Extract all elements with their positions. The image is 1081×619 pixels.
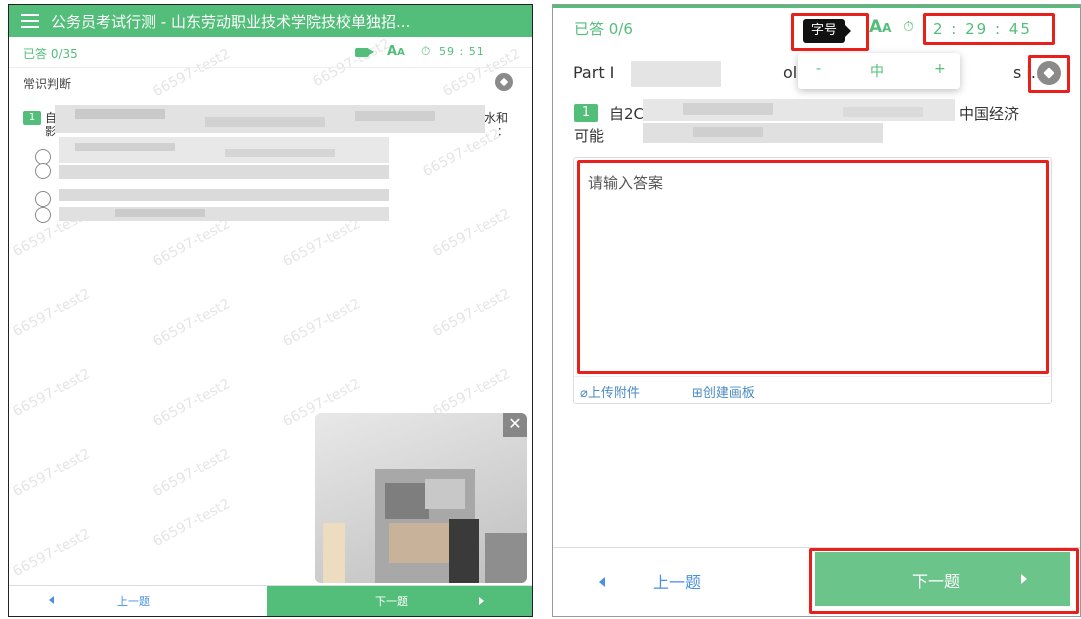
answered-count: 已答 0/6 <box>574 20 633 38</box>
question-number: 1 <box>23 111 41 125</box>
left-exam-screen: 66597-test2 66597-test2 66597-test2 6659… <box>8 4 533 617</box>
highlight-box-answer <box>577 160 1049 374</box>
accent-bar <box>553 5 1080 8</box>
previous-question-button[interactable]: 上一题 <box>9 586 267 616</box>
blurred-part-title <box>631 61 721 87</box>
chevron-left-icon <box>599 577 605 587</box>
font-increase-button[interactable]: + <box>934 61 946 77</box>
question-text-line2: 可能 <box>574 127 605 145</box>
upload-label: 上传附件 <box>587 386 640 401</box>
chevron-left-icon <box>49 596 54 604</box>
watermark: 66597-test2 <box>10 445 94 501</box>
highlight-box-timer <box>923 13 1055 45</box>
next-label: 下一题 <box>375 595 408 608</box>
drawing-board-icon: ⊞ <box>692 386 703 401</box>
watermark: 66597-test2 <box>280 295 364 351</box>
camera-preview[interactable]: ✕ <box>315 413 527 583</box>
watermark: 66597-test2 <box>150 445 234 501</box>
answered-count: 已答 0/35 <box>23 47 78 61</box>
watermark: 66597-test2 <box>150 295 234 351</box>
previous-label: 上一题 <box>117 595 150 608</box>
watermark: 66597-test2 <box>430 365 514 421</box>
menu-icon[interactable] <box>21 14 39 28</box>
question-number: 1 <box>574 104 598 122</box>
app-header: 公务员考试行测 - 山东劳动职业技术学院技校单独招... <box>9 5 532 37</box>
option-radio-c[interactable] <box>35 191 51 207</box>
close-icon[interactable]: ✕ <box>503 413 527 437</box>
countdown-timer: 59 : 51 <box>439 45 485 58</box>
option-radio-d[interactable] <box>35 207 51 223</box>
previous-question-button[interactable]: 上一题 <box>553 548 813 616</box>
font-size-icon[interactable]: AA <box>387 44 405 59</box>
watermark: 66597-test2 <box>150 215 234 271</box>
font-decrease-button[interactable]: - <box>816 61 821 77</box>
watermark: 66597-test2 <box>10 525 94 581</box>
font-size-popup: - 中 + <box>798 53 960 89</box>
highlight-box-next <box>809 548 1079 614</box>
part-title: Part I <box>573 63 615 82</box>
exam-title: 公务员考试行测 - 山东劳动职业技术学院技校单独招... <box>51 13 411 31</box>
previous-label: 上一题 <box>653 573 702 592</box>
clock-icon: ⏱ <box>421 44 431 58</box>
upload-attachment-button[interactable]: ⌀上传附件 <box>580 382 640 401</box>
chevron-right-icon <box>479 597 484 605</box>
watermark: 66597-test2 <box>150 495 234 551</box>
question-text-end: 中国经济 <box>959 105 1020 123</box>
right-exam-screen: 已答 0/6 字号 AA ⏱ 2 : 29 : 45 Part I oll s … <box>552 4 1081 617</box>
option-radio-b[interactable] <box>35 163 51 179</box>
answer-actions: ⌀上传附件 ⊞创建画板 <box>574 376 1051 403</box>
watermark: 66597-test2 <box>430 285 514 341</box>
font-size-icon[interactable]: AA <box>869 17 891 37</box>
question-text-start: 自2C <box>609 105 645 123</box>
clock-icon: ⏱ <box>903 19 914 35</box>
highlight-box-tooltip <box>791 13 869 51</box>
question-navigation: 上一题 下一题 <box>9 585 532 616</box>
create-drawing-board-button[interactable]: ⊞创建画板 <box>692 382 755 401</box>
highlight-box-pin <box>1028 55 1070 93</box>
watermark: 66597-test2 <box>150 375 234 431</box>
section-title: 常识判断 <box>23 77 72 91</box>
blurred-question-content <box>643 99 955 145</box>
video-camera-icon[interactable] <box>355 48 374 57</box>
font-size-value: 中 <box>870 64 884 80</box>
board-label: 创建画板 <box>702 386 755 401</box>
watermark: 66597-test2 <box>280 215 364 271</box>
status-bar: 已答 0/35 AA ⏱ 59 : 51 <box>9 37 532 68</box>
blurred-question-content <box>55 105 485 223</box>
watermark: 66597-test2 <box>10 365 94 421</box>
paperclip-icon: ⌀ <box>580 386 588 401</box>
pin-icon[interactable] <box>495 73 513 91</box>
next-question-button[interactable]: 下一题 <box>267 586 532 616</box>
watermark: 66597-test2 <box>10 285 94 341</box>
question-text-fragment: ： <box>497 125 508 138</box>
